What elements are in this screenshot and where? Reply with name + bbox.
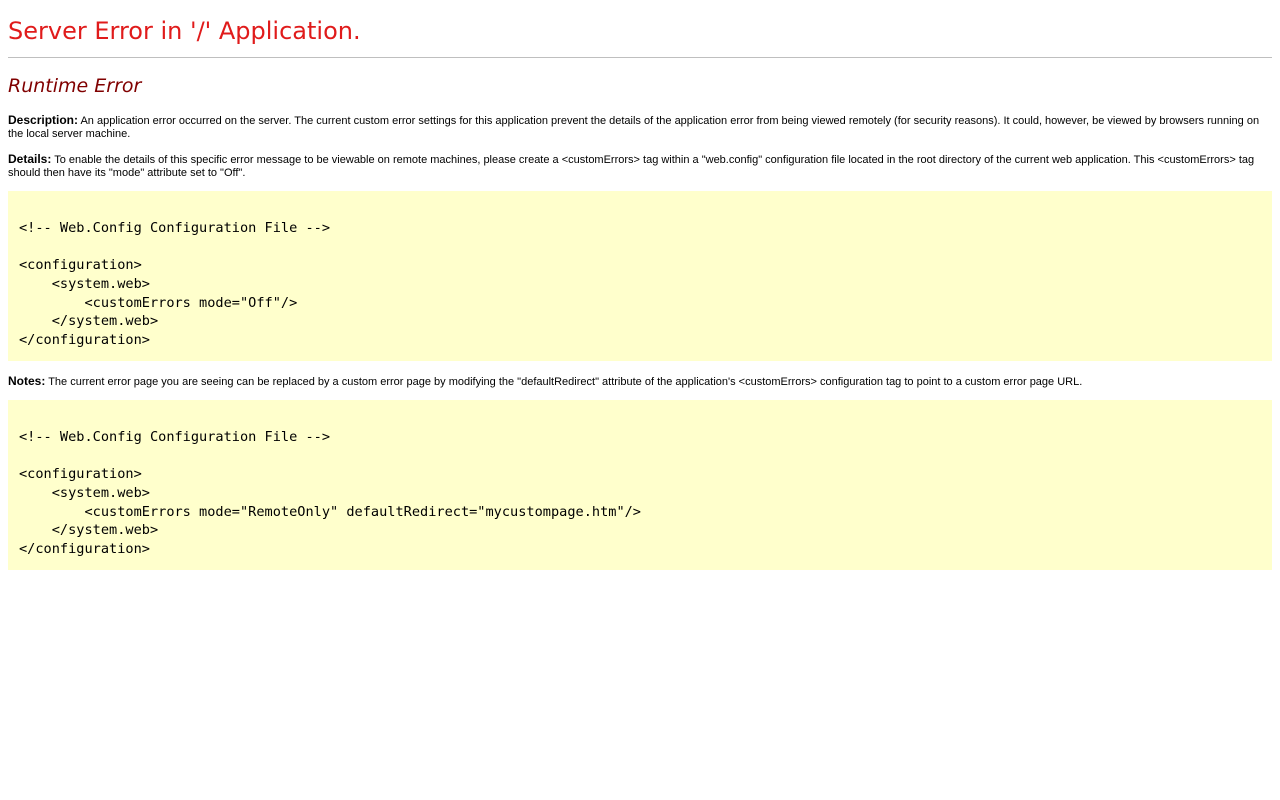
title-divider: [8, 57, 1272, 58]
code-line: <customErrors mode="RemoteOnly" defaultR…: [19, 503, 641, 520]
code-line: </configuration>: [19, 332, 150, 349]
code-line: <system.web>: [19, 485, 150, 502]
config-code-block-remoteonly: <!-- Web.Config Configuration File --> <c…: [8, 400, 1272, 570]
notes-text: The current error page you are seeing ca…: [45, 376, 1083, 388]
code-line: </system.web>: [19, 522, 159, 539]
code-line: <configuration>: [19, 466, 142, 483]
code-line: <!-- Web.Config Configuration File -->: [19, 220, 330, 236]
code-line: </configuration>: [19, 541, 150, 558]
description-paragraph: Description: An application error occurr…: [8, 114, 1272, 141]
description-label: Description:: [8, 113, 79, 127]
notes-label: Notes:: [8, 374, 46, 388]
code-line: <system.web>: [19, 276, 150, 293]
details-paragraph: Details: To enable the details of this s…: [8, 153, 1272, 180]
description-text: An application error occurred on the ser…: [8, 115, 1260, 140]
code-line: </system.web>: [19, 313, 159, 330]
code-line: <!-- Web.Config Configuration File -->: [19, 429, 330, 445]
error-subtitle: Runtime Error: [8, 75, 142, 97]
code-line: <customErrors mode="Off"/>: [19, 294, 298, 311]
page-title: Server Error in '/' Application.: [8, 17, 361, 45]
details-label: Details:: [8, 152, 52, 166]
code-line: <configuration>: [19, 257, 142, 274]
config-code-block-off: <!-- Web.Config Configuration File --> <c…: [8, 191, 1272, 361]
details-text: To enable the details of this specific e…: [8, 154, 1255, 179]
notes-paragraph: Notes: The current error page you are se…: [8, 375, 1272, 389]
